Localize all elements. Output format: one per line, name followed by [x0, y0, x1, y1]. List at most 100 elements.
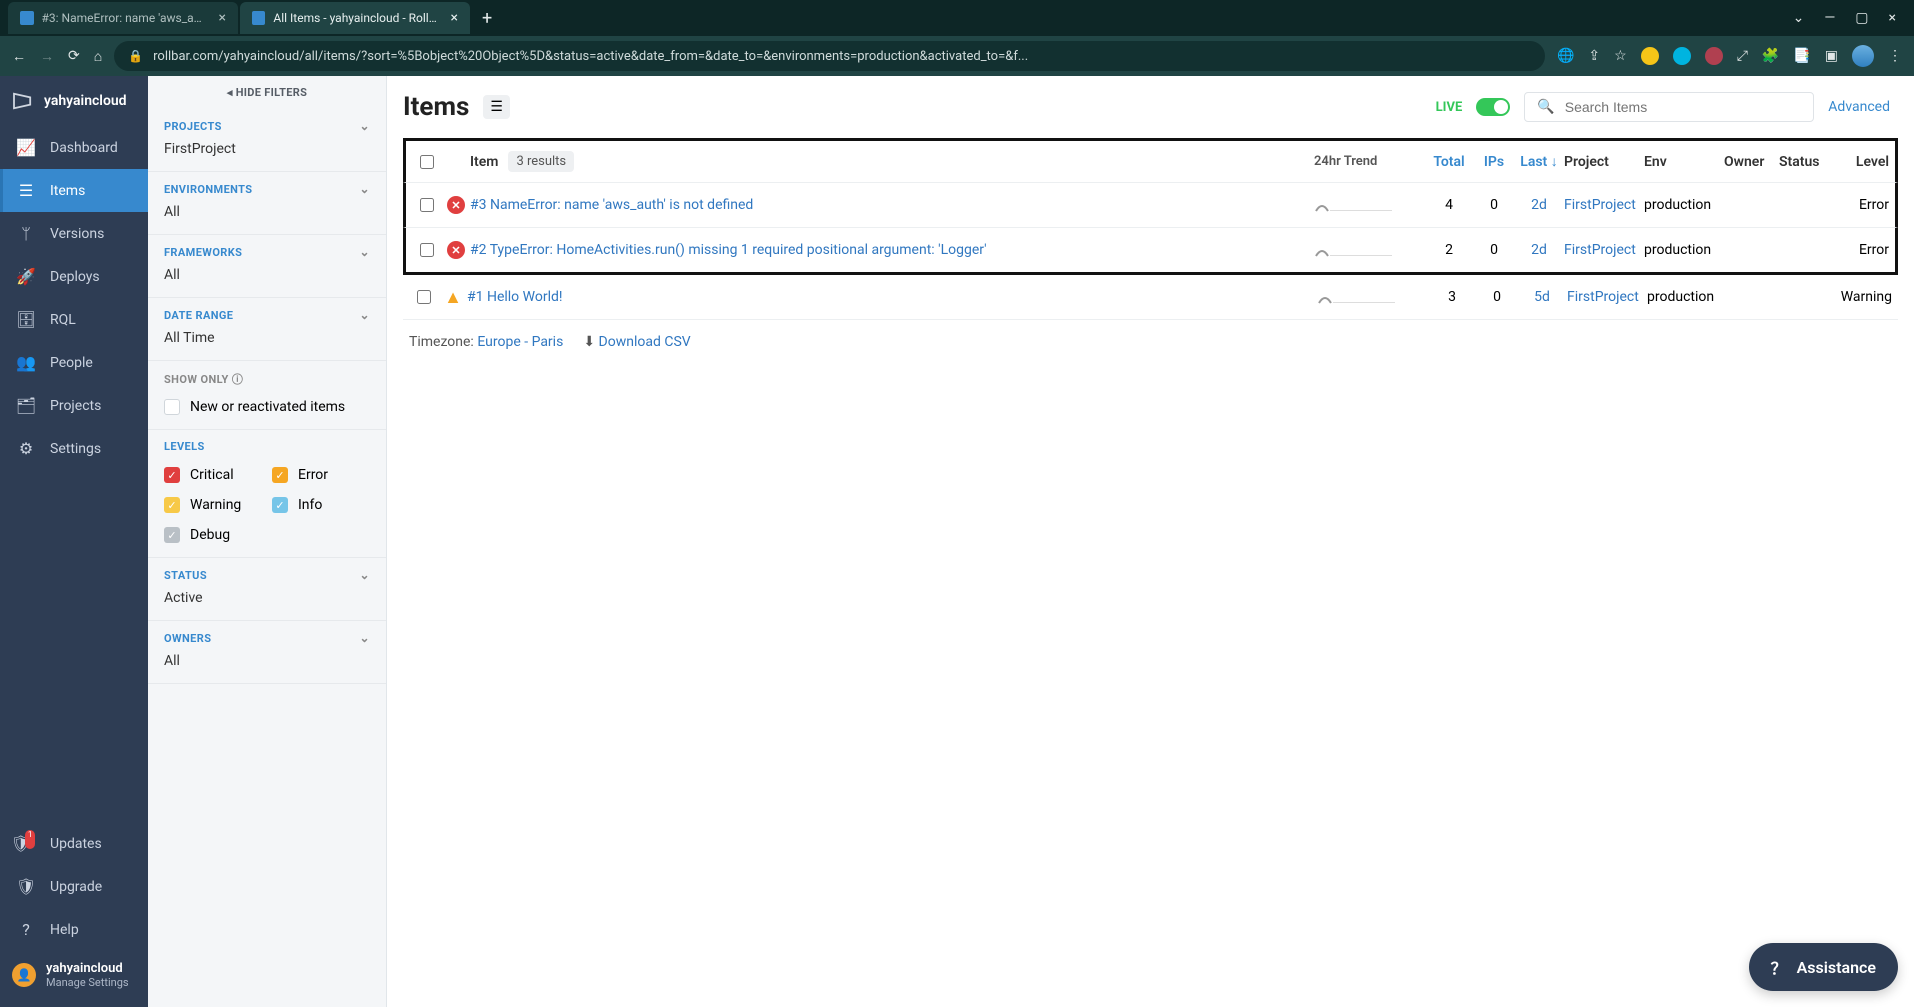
back-icon[interactable]: ← — [12, 48, 26, 65]
chart-icon: 📈 — [16, 138, 36, 157]
col-trend[interactable]: 24hr Trend — [1314, 154, 1424, 169]
share-icon[interactable]: ⇪ — [1588, 48, 1600, 64]
level-info[interactable]: ✓Info — [272, 493, 370, 513]
translate-icon[interactable]: 🌐 — [1557, 48, 1574, 64]
home-icon[interactable]: ⌂ — [94, 48, 102, 65]
reload-icon[interactable]: ⟳ — [68, 48, 80, 64]
advanced-link[interactable]: Advanced — [1828, 99, 1890, 115]
select-all-checkbox[interactable] — [420, 155, 434, 169]
info-icon[interactable]: ⓘ — [232, 373, 243, 386]
nav-people[interactable]: 👥 People — [0, 341, 148, 384]
col-status[interactable]: Status — [1779, 154, 1829, 170]
close-icon[interactable]: × — [451, 10, 458, 26]
forward-icon[interactable]: → — [40, 48, 54, 65]
chevron-down-icon[interactable]: ⌄ — [1793, 10, 1805, 26]
checkbox-icon[interactable]: ✓ — [272, 467, 288, 483]
col-env[interactable]: Env — [1644, 154, 1724, 170]
col-item[interactable]: Item — [470, 154, 498, 170]
level-debug[interactable]: ✓Debug — [164, 523, 262, 543]
col-ips[interactable]: IPs — [1474, 154, 1514, 170]
filter-environments-value[interactable]: All — [164, 204, 370, 220]
live-toggle[interactable] — [1476, 98, 1510, 116]
nav-settings[interactable]: ⚙ Settings — [0, 427, 148, 470]
checkbox-icon[interactable] — [164, 399, 180, 415]
filter-levels-header[interactable]: LEVELS — [164, 440, 370, 461]
item-link[interactable]: #2 TypeError: HomeActivities.run() missi… — [470, 242, 987, 258]
search-box[interactable]: 🔍 — [1524, 92, 1814, 122]
filter-owners-header[interactable]: OWNERS⌄ — [164, 631, 370, 653]
filter-environments-header[interactable]: ENVIRONMENTS⌄ — [164, 182, 370, 204]
cell-last[interactable]: 2d — [1514, 242, 1564, 258]
list-view-toggle[interactable]: ☰ — [483, 95, 510, 119]
checkbox-icon[interactable]: ✓ — [164, 527, 180, 543]
level-error[interactable]: ✓Error — [272, 463, 370, 483]
cell-project[interactable]: FirstProject — [1564, 197, 1644, 213]
page-title: Items — [403, 92, 469, 122]
user-menu[interactable]: 👤 yahyaincloud Manage Settings — [0, 951, 148, 999]
timezone-link[interactable]: Europe - Paris — [477, 334, 563, 350]
level-warning[interactable]: ✓Warning — [164, 493, 262, 513]
nav-help[interactable]: ? Help — [0, 908, 148, 951]
menu-icon[interactable]: ⋮ — [1888, 48, 1902, 64]
cell-last[interactable]: 2d — [1514, 197, 1564, 213]
checkbox-icon[interactable]: ✓ — [164, 467, 180, 483]
nav-versions[interactable]: ᛘ Versions — [0, 212, 148, 255]
assistance-button[interactable]: ？ Assistance — [1749, 943, 1898, 991]
filter-status-header[interactable]: STATUS⌄ — [164, 568, 370, 590]
download-csv-link[interactable]: Download CSV — [599, 334, 691, 350]
col-project[interactable]: Project — [1564, 154, 1644, 170]
nav-projects[interactable]: 🗂 Projects — [0, 384, 148, 427]
new-tab-button[interactable]: + — [472, 8, 502, 29]
profile-avatar[interactable] — [1852, 45, 1874, 67]
filter-projects-value[interactable]: FirstProject — [164, 141, 370, 157]
show-only-checkbox-row[interactable]: New or reactivated items — [164, 395, 370, 415]
filter-daterange-header[interactable]: DATE RANGE⌄ — [164, 308, 370, 330]
nav-rql[interactable]: 🗄 RQL — [0, 298, 148, 341]
extensions-icon[interactable]: 🧩 — [1762, 48, 1779, 64]
col-level[interactable]: Level — [1829, 154, 1889, 170]
col-owner[interactable]: Owner — [1724, 154, 1779, 170]
close-icon[interactable]: × — [219, 10, 226, 26]
browser-tab-0[interactable]: #3: NameError: name 'aws_auth' × — [8, 2, 238, 34]
cell-last[interactable]: 5d — [1517, 289, 1567, 305]
col-last[interactable]: Last ↓ — [1514, 153, 1564, 170]
url-input[interactable]: 🔒 rollbar.com/yahyaincloud/all/items/?so… — [114, 41, 1545, 71]
browser-tab-1[interactable]: All Items - yahyaincloud - Rollbar × — [240, 2, 470, 34]
close-window-icon[interactable]: × — [1889, 10, 1896, 26]
ext-icon-3[interactable] — [1705, 47, 1723, 65]
reading-list-icon[interactable]: 📑 — [1793, 48, 1810, 64]
minimize-icon[interactable]: — — [1824, 10, 1835, 26]
row-checkbox[interactable] — [420, 243, 434, 257]
nav-upgrade[interactable]: 🛡 Upgrade — [0, 865, 148, 908]
nav-items[interactable]: ☰ Items — [0, 169, 148, 212]
checkbox-icon[interactable]: ✓ — [272, 497, 288, 513]
nav-updates[interactable]: 🛡1 Updates — [0, 822, 148, 865]
item-link[interactable]: #1 Hello World! — [467, 289, 562, 305]
cell-project[interactable]: FirstProject — [1564, 242, 1644, 258]
cell-project[interactable]: FirstProject — [1567, 289, 1647, 305]
cell-level: Error — [1829, 242, 1889, 258]
hide-filters-button[interactable]: ◂ HIDE FILTERS — [148, 76, 386, 109]
workspace-header[interactable]: yahyaincloud — [0, 76, 148, 126]
install-icon[interactable]: ⤢ — [1737, 48, 1748, 64]
search-input[interactable] — [1565, 99, 1802, 115]
level-critical[interactable]: ✓Critical — [164, 463, 262, 483]
item-link[interactable]: #3 NameError: name 'aws_auth' is not def… — [470, 197, 753, 213]
filter-owners-value[interactable]: All — [164, 653, 370, 669]
col-total[interactable]: Total — [1424, 154, 1474, 170]
checkbox-icon[interactable]: ✓ — [164, 497, 180, 513]
row-checkbox[interactable] — [420, 198, 434, 212]
row-checkbox[interactable] — [417, 290, 431, 304]
filter-projects-header[interactable]: PROJECTS⌄ — [164, 119, 370, 141]
nav-deploys[interactable]: 🚀 Deploys — [0, 255, 148, 298]
ext-icon-2[interactable] — [1673, 47, 1691, 65]
filter-status-value[interactable]: Active — [164, 590, 370, 606]
filter-frameworks-header[interactable]: FRAMEWORKS⌄ — [164, 245, 370, 267]
side-panel-icon[interactable]: ▣ — [1825, 48, 1838, 64]
filter-frameworks-value[interactable]: All — [164, 267, 370, 283]
star-icon[interactable]: ☆ — [1614, 48, 1627, 64]
ext-icon-1[interactable] — [1641, 47, 1659, 65]
nav-dashboard[interactable]: 📈 Dashboard — [0, 126, 148, 169]
filter-daterange-value[interactable]: All Time — [164, 330, 370, 346]
maximize-icon[interactable]: ▢ — [1855, 10, 1868, 26]
